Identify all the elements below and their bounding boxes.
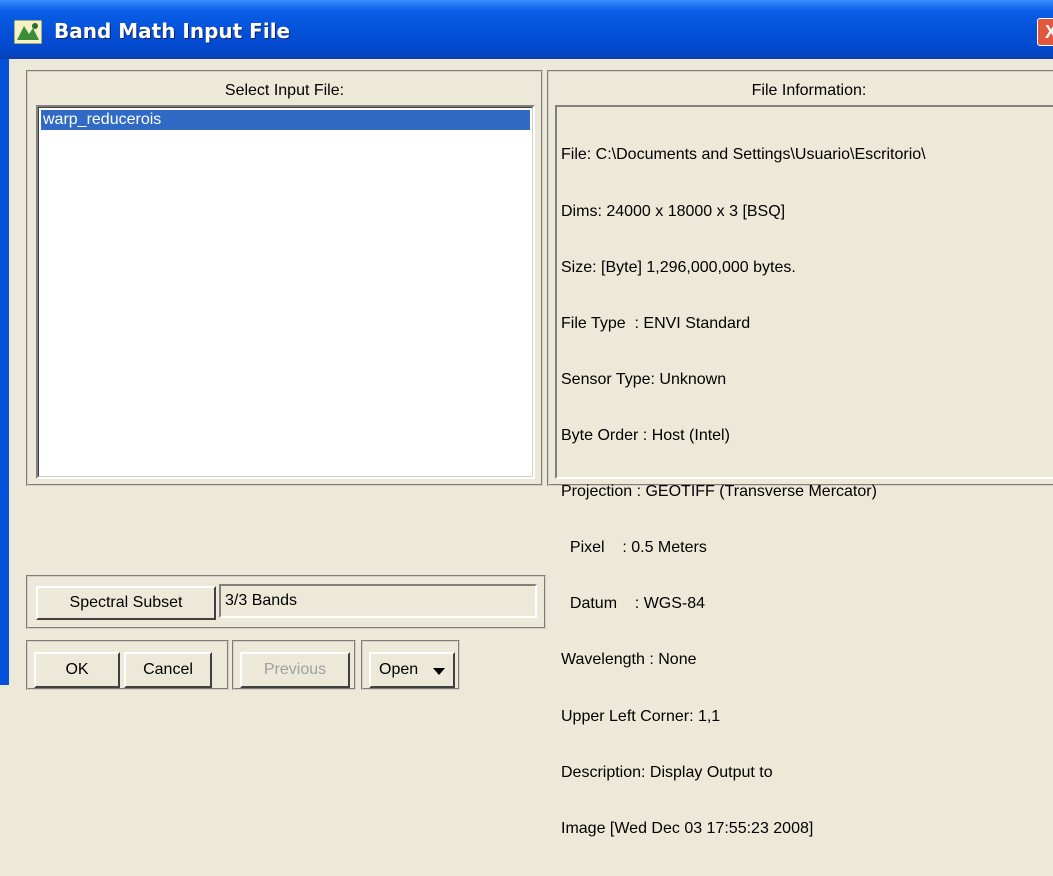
file-information-label: File Information: bbox=[751, 82, 867, 99]
file-information-group: File Information: File: C:\Documents and… bbox=[547, 70, 1053, 837]
info-line: Upper Left Corner: 1,1 bbox=[561, 707, 721, 725]
close-icon: X bbox=[1044, 22, 1053, 42]
info-line: Description: Display Output to bbox=[561, 763, 773, 781]
info-line: Dims: 24000 x 18000 x 3 [BSQ] bbox=[561, 202, 786, 220]
info-line: Size: [Byte] 1,296,000,000 bytes. bbox=[561, 258, 796, 276]
open-menu-button[interactable]: Open bbox=[369, 652, 455, 688]
previous-button[interactable]: Previous bbox=[240, 652, 350, 688]
file-info-content: File: C:\Documents and Settings\Usuario\… bbox=[561, 109, 1053, 876]
chevron-down-icon bbox=[433, 668, 445, 675]
info-line: Image [Wed Dec 03 17:55:23 2008] bbox=[561, 819, 814, 837]
bands-field: 3/3 Bands bbox=[219, 584, 537, 618]
ok-button[interactable]: OK bbox=[34, 652, 120, 688]
info-line: File: C:\Documents and Settings\Usuario\… bbox=[561, 146, 926, 164]
spectral-subset-group: Spectral Subset 3/3 Bands bbox=[26, 575, 546, 629]
file-information-text[interactable]: File: C:\Documents and Settings\Usuario\… bbox=[555, 105, 1053, 837]
previous-group: Previous bbox=[232, 640, 356, 690]
spectral-subset-button[interactable]: Spectral Subset bbox=[36, 586, 216, 620]
open-group: Open bbox=[361, 640, 460, 690]
input-file-list[interactable]: warp_reducerois bbox=[36, 105, 535, 479]
info-line: Byte Order : Host (Intel) bbox=[561, 426, 730, 444]
info-line: Wavelength : None bbox=[561, 651, 697, 669]
window-frame-left bbox=[0, 59, 9, 685]
list-frame bbox=[38, 107, 533, 477]
list-item[interactable]: warp_reducerois bbox=[41, 110, 530, 130]
select-input-file-label: Select Input File: bbox=[224, 82, 345, 99]
info-line: Projection : GEOTIFF (Transverse Mercato… bbox=[561, 483, 877, 501]
title-bar[interactable]: Band Math Input File X bbox=[0, 0, 1053, 59]
info-line: Pixel : 0.5 Meters bbox=[561, 539, 707, 557]
select-input-file-group: Select Input File: warp_reducerois bbox=[26, 70, 543, 486]
envi-app-icon bbox=[14, 20, 42, 44]
window-title: Band Math Input File bbox=[54, 19, 291, 43]
ok-cancel-group: OK Cancel bbox=[26, 640, 229, 690]
cancel-button[interactable]: Cancel bbox=[124, 652, 212, 688]
close-button[interactable]: X bbox=[1037, 18, 1053, 46]
info-line: Datum : WGS-84 bbox=[561, 595, 706, 613]
info-line: Sensor Type: Unknown bbox=[561, 370, 727, 388]
info-line: File Type : ENVI Standard bbox=[561, 314, 751, 332]
open-label: Open bbox=[379, 661, 419, 678]
